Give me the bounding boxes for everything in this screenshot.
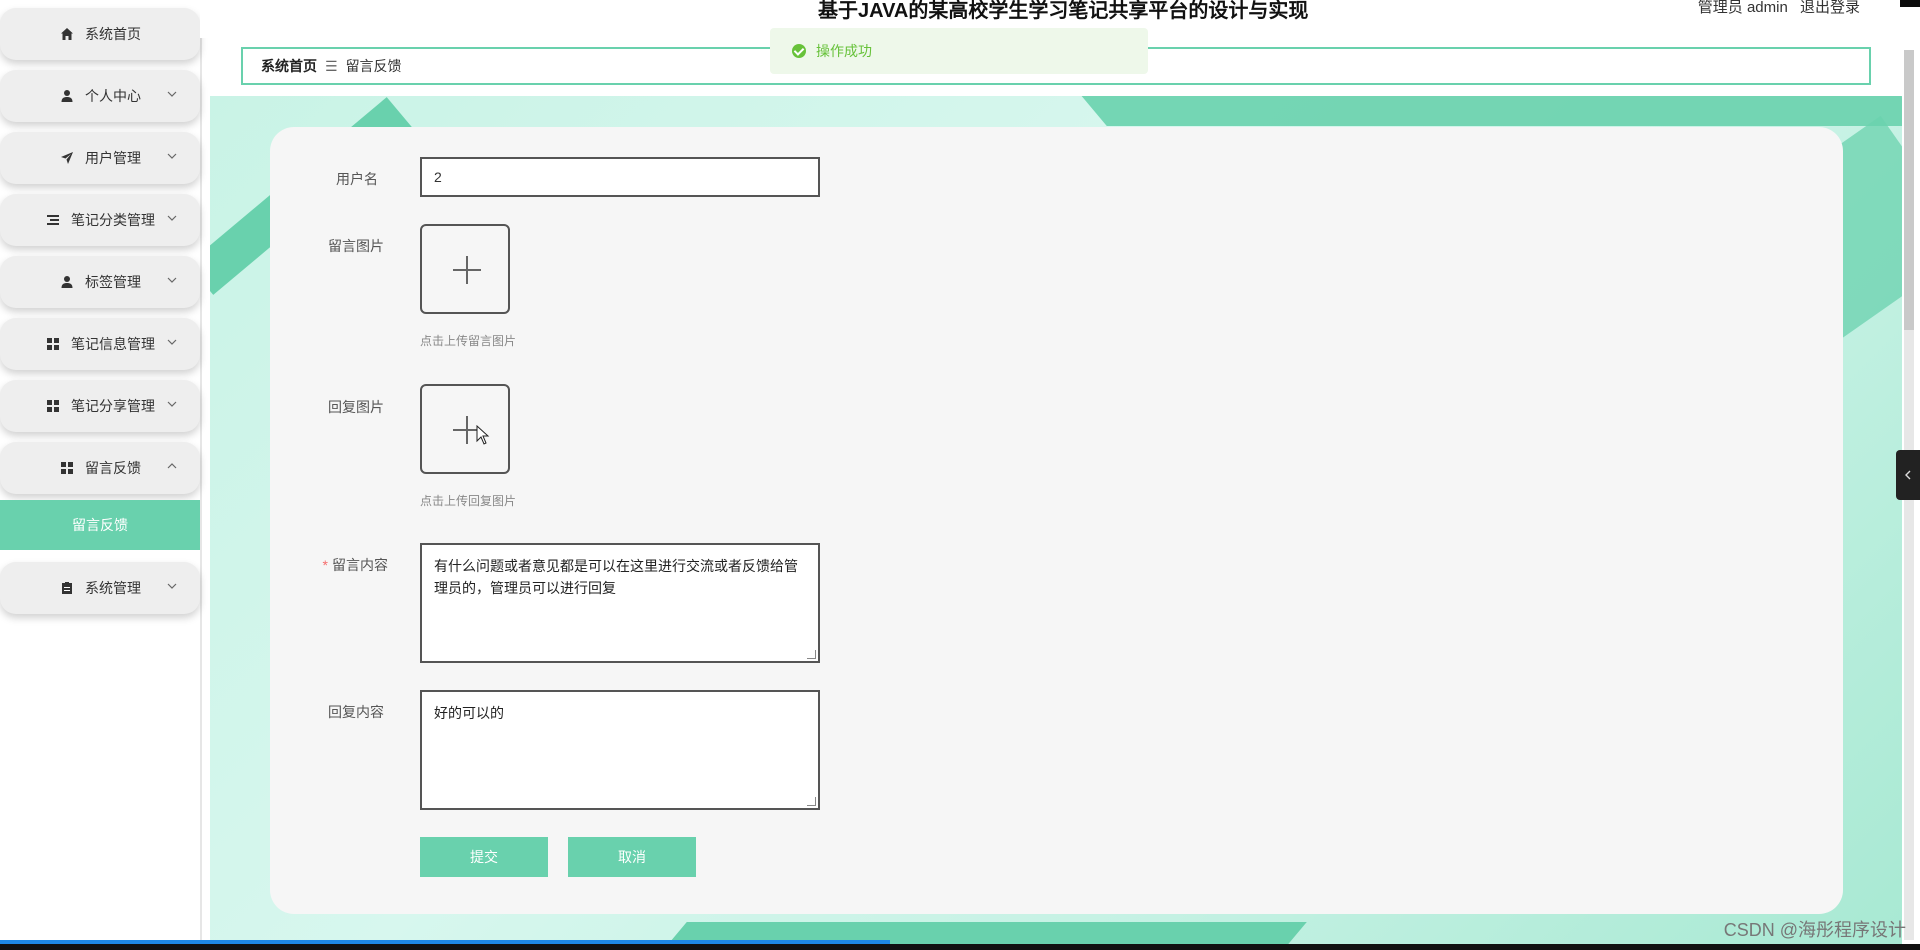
chevron-down-icon — [167, 91, 177, 97]
message-content-label-text: 留言内容 — [332, 557, 388, 573]
breadcrumb-current: 留言反馈 — [345, 58, 402, 74]
chevron-down-icon — [167, 215, 177, 221]
header-user-area: 管理员 admin 退出登录 — [1690, 0, 1860, 17]
grid-icon — [59, 460, 75, 476]
sidebar-item-home[interactable]: 系统首页 — [0, 8, 200, 60]
sidebar-item-tags[interactable]: 标签管理 — [0, 256, 200, 308]
message-content-value: 有什么问题或者意见都是可以在这里进行交流或者反馈给管理员的，管理员可以进行回复 — [434, 558, 798, 596]
message-image-label: 留言图片 — [328, 238, 384, 254]
username-field[interactable]: 2 — [420, 157, 820, 197]
chevron-down-icon — [167, 583, 177, 589]
chevron-up-icon — [167, 463, 177, 469]
decor-stripe — [1073, 96, 1902, 126]
breadcrumb-separator: ☰ — [325, 57, 338, 74]
resize-grip[interactable] — [807, 650, 816, 659]
username-label: 用户名 — [336, 171, 378, 187]
toast-message: 操作成功 — [816, 43, 872, 59]
message-content-textarea[interactable]: 有什么问题或者意见都是可以在这里进行交流或者反馈给管理员的，管理员可以进行回复 — [420, 543, 820, 663]
site-title: 基于JAVA的某高校学生学习笔记共享平台的设计与实现 — [818, 0, 1309, 22]
sidebar-item-note-category[interactable]: 笔记分类管理 — [0, 194, 200, 246]
sidebar-item-label: 系统首页 — [85, 26, 141, 42]
side-collapse-tab[interactable] — [1896, 450, 1920, 500]
clipboard-icon — [59, 580, 75, 596]
send-icon — [59, 150, 75, 166]
reply-content-textarea[interactable]: 好的可以的 — [420, 690, 820, 810]
submit-button[interactable]: 提交 — [420, 837, 548, 877]
person-icon — [59, 274, 75, 290]
required-mark: * — [322, 557, 328, 573]
sidebar-item-label: 个人中心 — [85, 88, 141, 104]
sidebar-item-label: 标签管理 — [85, 274, 141, 290]
sidebar-item-label: 留言反馈 — [85, 460, 141, 476]
reply-image-hint: 点击上传回复图片 — [420, 494, 517, 508]
message-content-label: * 留言内容 — [268, 555, 388, 575]
reply-image-upload[interactable] — [420, 384, 510, 474]
sidebar-item-label: 用户管理 — [85, 150, 141, 166]
sidebar-subitem-feedback[interactable]: 留言反馈 — [0, 500, 200, 550]
chevron-down-icon — [167, 153, 177, 159]
sidebar-item-note-share[interactable]: 笔记分享管理 — [0, 380, 200, 432]
chevron-down-icon — [167, 401, 177, 407]
sidebar-item-label: 笔记分类管理 — [71, 212, 155, 228]
message-image-hint: 点击上传留言图片 — [420, 334, 517, 348]
grid-icon — [45, 398, 61, 414]
sidebar-item-system[interactable]: 系统管理 — [0, 562, 200, 614]
scrollbar-thumb[interactable] — [1904, 50, 1914, 330]
plus-icon-vertical — [466, 416, 468, 444]
sidebar-item-label: 笔记分享管理 — [71, 398, 155, 414]
plus-icon-vertical — [466, 256, 468, 284]
reply-image-label: 回复图片 — [328, 399, 384, 415]
sidebar-item-note-info[interactable]: 笔记信息管理 — [0, 318, 200, 370]
chevron-left-icon — [1905, 470, 1911, 480]
list-icon — [45, 212, 61, 228]
chevron-down-icon — [167, 277, 177, 283]
sidebar-item-label: 系统管理 — [85, 580, 141, 596]
check-circle-icon — [792, 44, 806, 58]
chevron-down-icon — [167, 339, 177, 345]
sidebar-item-feedback[interactable]: 留言反馈 — [0, 442, 200, 494]
resize-grip[interactable] — [807, 797, 816, 806]
sidebar-item-users[interactable]: 用户管理 — [0, 132, 200, 184]
user-icon — [59, 88, 75, 104]
message-image-upload[interactable] — [420, 224, 510, 314]
breadcrumb-home[interactable]: 系统首页 — [261, 56, 317, 76]
sidebar-item-personal[interactable]: 个人中心 — [0, 70, 200, 122]
role-label: 管理员 admin — [1697, 0, 1788, 16]
mouse-cursor-icon — [476, 425, 490, 445]
sidebar: 系统首页 个人中心 用户管理 笔记分类管理 标签管理 笔记信息管理 笔记分享管理… — [0, 0, 202, 944]
reply-content-label: 回复内容 — [328, 704, 384, 720]
cancel-button[interactable]: 取消 — [568, 837, 696, 877]
success-toast: 操作成功 — [770, 28, 1148, 74]
reply-content-value: 好的可以的 — [434, 705, 504, 721]
watermark: CSDN @海彤程序设计 — [1723, 920, 1906, 940]
sidebar-item-label: 笔记信息管理 — [71, 336, 155, 352]
grid-icon — [45, 336, 61, 352]
window-bottom-edge — [0, 944, 1920, 950]
home-icon — [59, 26, 75, 42]
logout-link[interactable]: 退出登录 — [1800, 0, 1860, 16]
